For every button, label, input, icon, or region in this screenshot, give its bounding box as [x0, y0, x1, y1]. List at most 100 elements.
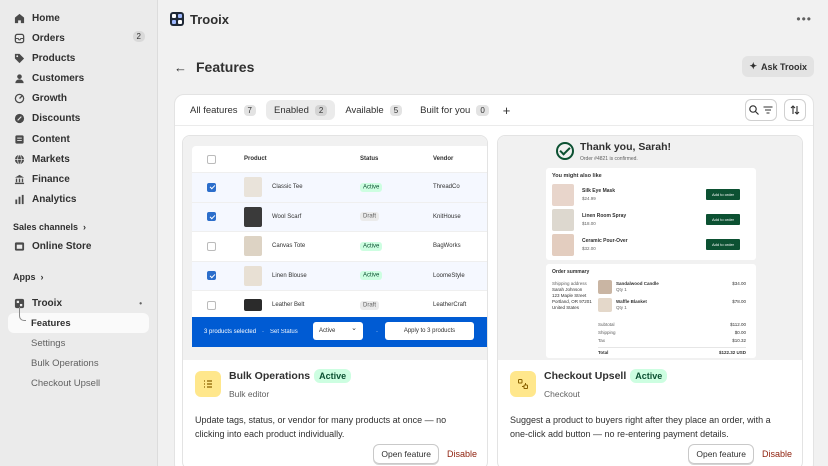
app-header: Trooix •••	[158, 0, 828, 38]
summary-line: Tax $10.32	[598, 338, 746, 343]
search-icon	[749, 105, 759, 115]
checkout-preview: Thank you, Sarah! Order #4821 is confirm…	[498, 136, 802, 360]
nav-discounts[interactable]: Discounts	[0, 109, 157, 129]
sales-channels-label: Sales channels	[13, 221, 79, 232]
thank-you-title: Thank you, Sarah!	[580, 141, 672, 153]
table-header-row: Product Status Vendor	[192, 146, 487, 173]
sort-button[interactable]	[784, 99, 806, 121]
order-summary-title: Order summary	[552, 269, 590, 275]
apply-button: Apply to 3 products	[385, 322, 474, 340]
summary-item: Waffle Blanket Qty 1 $78.00	[598, 298, 750, 314]
product-thumbnail	[244, 177, 262, 198]
check-circle-icon	[556, 142, 574, 160]
ask-trooix-button[interactable]: ✦ Ask Trooix	[742, 56, 814, 77]
nav-customers[interactable]: Customers	[0, 69, 157, 89]
summary-item-qty: Qty 1	[616, 305, 627, 310]
nav-online-store[interactable]: Online Store	[0, 237, 157, 257]
tab-label: Enabled	[273, 104, 309, 116]
nav-sub-settings[interactable]: Settings	[0, 333, 157, 353]
upsell-product-name: Silk Eye Mask	[582, 188, 616, 194]
upsell-product-price: $24.99	[582, 196, 596, 201]
line-label: Subtotal	[598, 322, 615, 327]
order-summary-box: Order summary Shipping address Sarah Joh…	[546, 264, 756, 358]
column-header: Vendor	[433, 156, 454, 162]
nav-sub-features[interactable]: Features	[8, 307, 149, 334]
tab-enabled[interactable]: Enabled 2	[265, 100, 336, 120]
page-header: ← Features ✦ Ask Trooix	[174, 54, 814, 80]
line-label: Tax	[598, 338, 606, 343]
nav-finance[interactable]: Finance	[0, 170, 157, 190]
tab-all-features[interactable]: All features 7	[182, 100, 264, 120]
content-icon	[13, 133, 25, 145]
selected-count-text: 3 products selected	[204, 329, 257, 335]
nav-analytics[interactable]: Analytics	[0, 190, 157, 210]
row-checkbox-checked	[207, 212, 216, 222]
product-thumbnail	[552, 184, 574, 206]
nav-markets[interactable]: Markets	[0, 149, 157, 169]
sparkle-icon: ✦	[749, 61, 757, 71]
product-thumbnail	[598, 298, 612, 312]
nav-sub-label: Checkout Upsell	[31, 377, 101, 389]
upsell-title: You might also like	[552, 173, 602, 179]
nav-label: Trooix	[32, 297, 63, 309]
column-header: Status	[360, 156, 379, 162]
tab-count: 5	[389, 104, 403, 116]
summary-item-price: $78.00	[732, 299, 746, 304]
search-filter-button[interactable]	[745, 99, 777, 121]
nav-label: Analytics	[32, 194, 77, 206]
nav-content[interactable]: Content	[0, 129, 157, 149]
open-feature-button[interactable]: Open feature	[688, 444, 754, 464]
add-to-order-button: Add to order	[706, 214, 740, 225]
add-to-order-button: Add to order	[706, 189, 740, 200]
tab-built-for-you[interactable]: Built for you 0	[412, 100, 497, 120]
nav-sub-bulk-operations[interactable]: Bulk Operations	[0, 353, 157, 373]
feature-card-checkout-upsell[interactable]: Thank you, Sarah! Order #4821 is confirm…	[497, 135, 803, 466]
disable-button[interactable]: Disable	[762, 449, 792, 459]
product-thumbnail	[244, 299, 262, 312]
nav-products[interactable]: Products	[0, 48, 157, 68]
line-value: $10.32	[732, 338, 746, 343]
set-status-label: Set Status	[270, 329, 298, 335]
row-checkbox-checked	[207, 182, 216, 192]
vendor-name: BagWorks	[433, 243, 461, 250]
orders-count-badge: 2	[132, 31, 145, 43]
nav-label: Customers	[32, 73, 85, 85]
person-icon	[13, 73, 25, 85]
open-feature-button[interactable]: Open feature	[373, 444, 439, 464]
status-badge: Active	[360, 271, 383, 281]
sales-channels-heading[interactable]: Sales channels ›	[0, 217, 157, 237]
feature-category: Bulk editor	[229, 389, 270, 399]
vendor-name: KnitHouse	[433, 213, 461, 220]
app-logo-icon	[170, 12, 184, 26]
product-thumbnail	[552, 209, 574, 231]
nav-home[interactable]: Home	[0, 8, 157, 28]
product-thumbnail	[598, 280, 612, 294]
nav-label: Growth	[32, 93, 67, 105]
page-title: Features	[196, 59, 255, 75]
back-arrow-icon[interactable]: ←	[174, 60, 187, 75]
nav-sub-checkout-upsell[interactable]: Checkout Upsell	[0, 373, 157, 393]
address-line: United States	[552, 305, 580, 310]
add-view-icon[interactable]: +	[503, 103, 511, 118]
status-badge: Draft	[360, 300, 380, 310]
status-badge: Draft	[360, 212, 380, 222]
feature-card-body: Bulk Operations Active Bulk editor Update…	[183, 360, 487, 450]
pin-dot-icon: •	[139, 298, 142, 308]
nav-label: Content	[32, 133, 70, 145]
feature-card-bulk-operations[interactable]: Product Status Vendor Classic Tee Active…	[182, 135, 488, 466]
vendor-name: LeatherCraft	[433, 302, 467, 309]
bar-separator: ·	[376, 329, 378, 335]
nav-growth[interactable]: Growth	[0, 89, 157, 109]
tab-available[interactable]: Available 5	[337, 100, 410, 120]
nav-orders[interactable]: Orders 2	[0, 28, 157, 48]
tab-label: Built for you	[420, 104, 471, 116]
apps-heading[interactable]: Apps ›	[0, 267, 157, 287]
more-actions-icon[interactable]: •••	[796, 12, 812, 26]
tab-count: 0	[476, 104, 489, 116]
nav-sub-label: Features	[31, 317, 71, 329]
store-icon	[13, 241, 25, 253]
disable-button[interactable]: Disable	[447, 449, 477, 459]
table-row: Linen Blouse Active LoomeStyle	[192, 261, 487, 291]
chevron-right-icon: ›	[83, 221, 87, 232]
add-to-order-button: Add to order	[706, 239, 740, 250]
